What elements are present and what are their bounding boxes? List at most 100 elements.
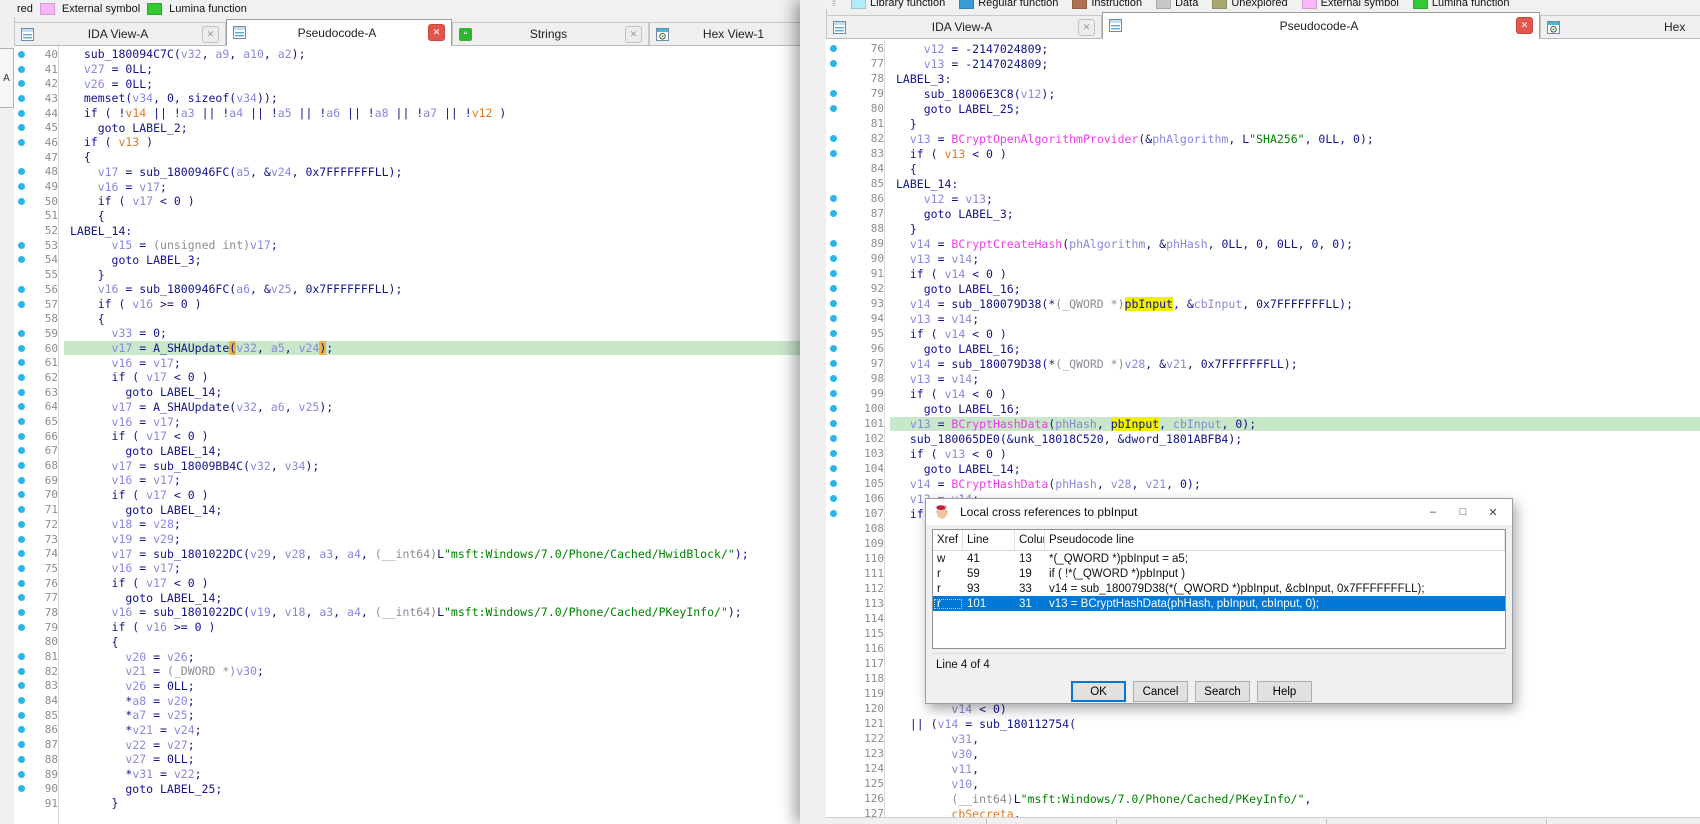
- code-line[interactable]: 100 goto LABEL_16;: [826, 401, 1700, 416]
- code-line[interactable]: 48 v17 = sub_1800946FC(a5, &v24, 0x7FFFF…: [14, 165, 800, 180]
- tab-ida-view-a[interactable]: IDA View-A✕: [826, 15, 1102, 38]
- close-tab-icon[interactable]: ✕: [428, 24, 445, 41]
- code-line[interactable]: 61 v16 = v17;: [14, 355, 800, 370]
- code-line[interactable]: 122 v31,: [826, 731, 1700, 746]
- xref-row[interactable]: w4113*(_QWORD *)pbInput = a5;: [933, 551, 1505, 566]
- code-line[interactable]: 58 {: [14, 311, 800, 326]
- code-line[interactable]: 62 if ( v17 < 0 ): [14, 370, 800, 385]
- code-line[interactable]: 79 sub_18006E3C8(v12);: [826, 86, 1700, 101]
- column-header-pseudocode-line[interactable]: Pseudocode line: [1045, 530, 1505, 550]
- close-tab-icon[interactable]: ✕: [1516, 17, 1533, 34]
- code-line[interactable]: 93 v14 = sub_180079D38(*(_QWORD *)pbInpu…: [826, 296, 1700, 311]
- code-line[interactable]: 77 goto LABEL_14;: [14, 590, 800, 605]
- code-line[interactable]: 57 if ( v16 >= 0 ): [14, 297, 800, 312]
- code-line[interactable]: 81 v20 = v26;: [14, 649, 800, 664]
- xref-row[interactable]: r10131v13 = BCryptHashData(phHash, pbInp…: [933, 596, 1505, 611]
- code-line[interactable]: 56 v16 = sub_1800946FC(a6, &v25, 0x7FFFF…: [14, 282, 800, 297]
- code-line[interactable]: 89 *v31 = v22;: [14, 767, 800, 782]
- code-line[interactable]: 60 v17 = A_SHAUpdate(v32, a5, v24);: [14, 341, 800, 356]
- code-line[interactable]: 45 goto LABEL_2;: [14, 120, 800, 135]
- code-line[interactable]: 80 goto LABEL_25;: [826, 101, 1700, 116]
- code-line[interactable]: 55 }: [14, 267, 800, 282]
- code-line[interactable]: 91 }: [14, 796, 800, 811]
- code-line[interactable]: 72 v18 = v28;: [14, 517, 800, 532]
- code-line[interactable]: 97 v14 = sub_180079D38(*(_QWORD *)v28, &…: [826, 356, 1700, 371]
- code-line[interactable]: 99 if ( v14 < 0 ): [826, 386, 1700, 401]
- code-line[interactable]: 68 v17 = sub_18009BB4C(v32, v34);: [14, 458, 800, 473]
- code-line[interactable]: 81 }: [826, 116, 1700, 131]
- code-line[interactable]: 104 goto LABEL_14;: [826, 461, 1700, 476]
- code-line[interactable]: 44 if ( !v14 || !a3 || !a4 || !a5 || !a6…: [14, 106, 800, 121]
- code-line[interactable]: 78 v16 = sub_1801022DC(v19, v18, a3, a4,…: [14, 605, 800, 620]
- close-tab-icon[interactable]: ✕: [1078, 19, 1095, 36]
- code-line[interactable]: 96 goto LABEL_16;: [826, 341, 1700, 356]
- code-line[interactable]: 84 *a8 = v20;: [14, 693, 800, 708]
- column-header-column[interactable]: Column: [1015, 530, 1045, 550]
- code-line[interactable]: 91 if ( v14 < 0 ): [826, 266, 1700, 281]
- xref-dialog-titlebar[interactable]: Local cross references to pbInput – □ ✕: [926, 499, 1512, 525]
- ok-button[interactable]: OK: [1071, 681, 1126, 702]
- code-line[interactable]: 59 v33 = 0;: [14, 326, 800, 341]
- tab-hex-view-1[interactable]: Hex View-1: [649, 22, 800, 45]
- code-line[interactable]: 66 if ( v17 < 0 ): [14, 429, 800, 444]
- search-button[interactable]: Search: [1195, 681, 1250, 702]
- code-line[interactable]: 80 {: [14, 635, 800, 650]
- tab-ida-view-a[interactable]: IDA View-A✕: [14, 22, 226, 45]
- code-line[interactable]: 92 goto LABEL_16;: [826, 281, 1700, 296]
- code-line[interactable]: 101 v13 = BCryptHashData(phHash, pbInput…: [826, 416, 1700, 431]
- minimize-icon[interactable]: –: [1418, 501, 1448, 523]
- code-line[interactable]: 53 v15 = (unsigned int)v17;: [14, 238, 800, 253]
- code-line[interactable]: 84 {: [826, 161, 1700, 176]
- tab-hex[interactable]: Hex: [1540, 15, 1700, 38]
- tab-pseudocode-a[interactable]: Pseudocode-A✕: [1102, 12, 1540, 39]
- code-line[interactable]: 76 v12 = -2147024809;: [826, 41, 1700, 56]
- code-line[interactable]: 125 v10,: [826, 776, 1700, 791]
- code-line[interactable]: 63 goto LABEL_14;: [14, 385, 800, 400]
- collapsed-panel-tab-a[interactable]: A: [0, 48, 14, 108]
- code-line[interactable]: 50 if ( v17 < 0 ): [14, 194, 800, 209]
- code-line[interactable]: 46 if ( v13 ): [14, 135, 800, 150]
- code-line[interactable]: 52LABEL_14:: [14, 223, 800, 238]
- code-line[interactable]: 102 sub_180065DE0(&unk_18018C520, &dword…: [826, 431, 1700, 446]
- code-line[interactable]: 49 v16 = v17;: [14, 179, 800, 194]
- code-line[interactable]: 89 v14 = BCryptCreateHash(phAlgorithm, &…: [826, 236, 1700, 251]
- code-line[interactable]: 121 || (v14 = sub_180112754(: [826, 716, 1700, 731]
- code-line[interactable]: 87 v22 = v27;: [14, 737, 800, 752]
- code-line[interactable]: 82 v21 = (_DWORD *)v30;: [14, 664, 800, 679]
- code-line[interactable]: 86 v12 = v13;: [826, 191, 1700, 206]
- code-line[interactable]: 74 v17 = sub_1801022DC(v29, v28, a3, a4,…: [14, 546, 800, 561]
- code-line[interactable]: 75 v16 = v17;: [14, 561, 800, 576]
- code-line[interactable]: 90 v13 = v14;: [826, 251, 1700, 266]
- code-line[interactable]: 85LABEL_14:: [826, 176, 1700, 191]
- cancel-button[interactable]: Cancel: [1133, 681, 1188, 702]
- code-line[interactable]: 43 memset(v34, 0, sizeof(v34));: [14, 91, 800, 106]
- code-line[interactable]: 88 }: [826, 221, 1700, 236]
- code-line[interactable]: 103 if ( v13 < 0 ): [826, 446, 1700, 461]
- code-line[interactable]: 69 v16 = v17;: [14, 473, 800, 488]
- tab-pseudocode-a[interactable]: Pseudocode-A✕: [226, 19, 452, 46]
- code-line[interactable]: 71 goto LABEL_14;: [14, 502, 800, 517]
- xref-row[interactable]: r5919if ( !*(_QWORD *)pbInput ): [933, 566, 1505, 581]
- tab-strings[interactable]: “Strings✕: [452, 22, 649, 45]
- code-line[interactable]: 82 v13 = BCryptOpenAlgorithmProvider(&ph…: [826, 131, 1700, 146]
- code-line[interactable]: 123 v30,: [826, 746, 1700, 761]
- code-line[interactable]: 105 v14 = BCryptHashData(phHash, v28, v2…: [826, 476, 1700, 491]
- code-line[interactable]: 86 *v21 = v24;: [14, 723, 800, 738]
- code-line[interactable]: 124 v11,: [826, 761, 1700, 776]
- column-header-line[interactable]: Line: [963, 530, 1015, 550]
- code-line[interactable]: 95 if ( v14 < 0 ): [826, 326, 1700, 341]
- code-line[interactable]: 126 (__int64)L"msft:Windows/7.0/Phone/Ca…: [826, 791, 1700, 806]
- close-tab-icon[interactable]: ✕: [202, 26, 219, 43]
- code-line[interactable]: 42 v26 = 0LL;: [14, 76, 800, 91]
- code-line[interactable]: 67 goto LABEL_14;: [14, 444, 800, 459]
- code-line[interactable]: 54 goto LABEL_3;: [14, 253, 800, 268]
- code-line[interactable]: 41 v27 = 0LL;: [14, 62, 800, 77]
- code-line[interactable]: 94 v13 = v14;: [826, 311, 1700, 326]
- code-line[interactable]: 83 v26 = 0LL;: [14, 679, 800, 694]
- code-line[interactable]: 78LABEL_3:: [826, 71, 1700, 86]
- code-line[interactable]: 70 if ( v17 < 0 ): [14, 488, 800, 503]
- code-line[interactable]: 47 {: [14, 150, 800, 165]
- code-line[interactable]: 76 if ( v17 < 0 ): [14, 576, 800, 591]
- code-line[interactable]: 98 v13 = v14;: [826, 371, 1700, 386]
- code-line[interactable]: 73 v19 = v29;: [14, 532, 800, 547]
